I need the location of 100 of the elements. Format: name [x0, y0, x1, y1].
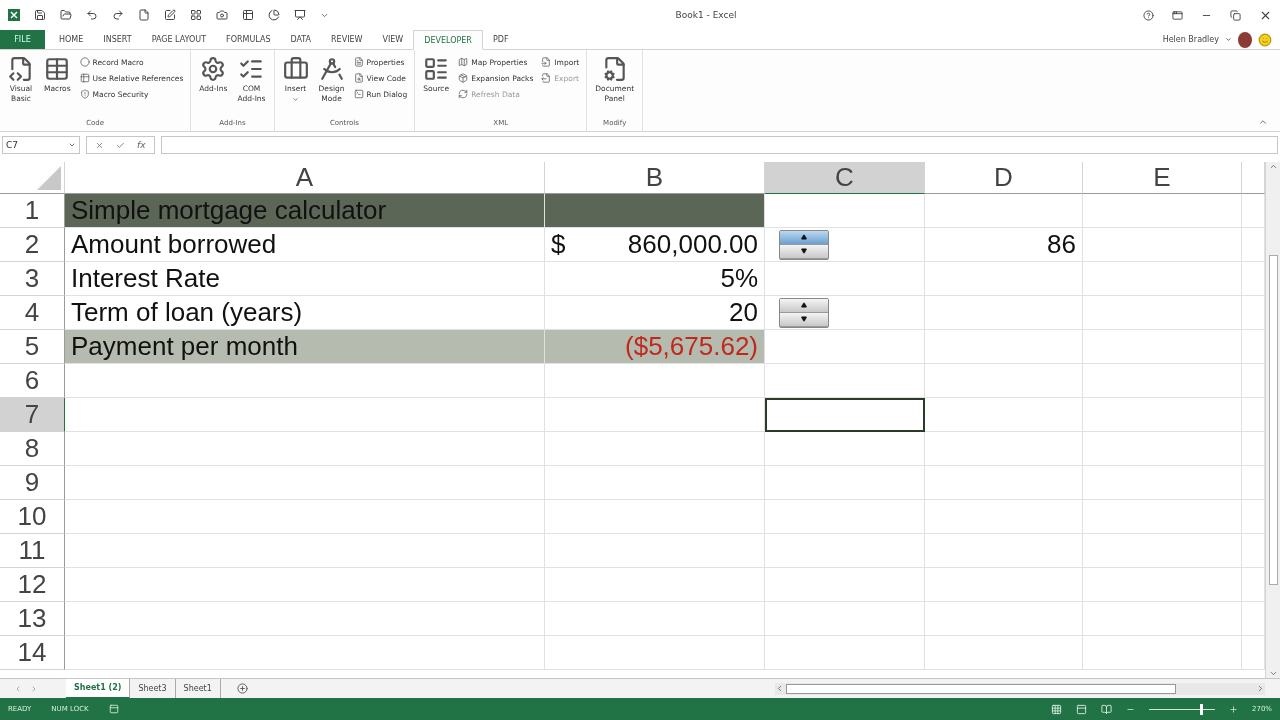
sheet-cell[interactable]	[65, 602, 545, 636]
ribbon-options-icon[interactable]	[1172, 9, 1183, 21]
sheet-cell[interactable]	[765, 602, 925, 636]
sheet-cell[interactable]	[1242, 602, 1265, 636]
sheet-cell[interactable]	[1242, 398, 1265, 432]
sheet-cell[interactable]	[1083, 262, 1242, 296]
enter-icon[interactable]	[116, 140, 125, 150]
sheet-cell[interactable]	[925, 466, 1083, 500]
sheet-cell[interactable]	[925, 432, 1083, 466]
name-box[interactable]: C7	[2, 136, 80, 154]
collapse-icon[interactable]	[1258, 117, 1268, 127]
sheet-cell[interactable]	[765, 330, 925, 364]
sheet-cell[interactable]	[765, 364, 925, 398]
sheet-cell[interactable]	[1242, 296, 1265, 330]
row-header[interactable]: 8	[0, 432, 65, 466]
sheet-cell[interactable]	[1083, 636, 1242, 670]
sheet-cell[interactable]	[1242, 364, 1265, 398]
sheet-cell[interactable]	[925, 194, 1083, 228]
sheet-cell[interactable]	[65, 466, 545, 500]
help-icon[interactable]	[1143, 9, 1154, 21]
sheet-cell[interactable]	[1083, 398, 1242, 432]
ribbon-tab[interactable]: FORMULAS	[216, 30, 281, 49]
sheet-cell[interactable]	[65, 364, 545, 398]
row-header[interactable]: 6	[0, 364, 65, 398]
sheet-cell[interactable]	[545, 602, 765, 636]
zoom-in-icon[interactable]	[1229, 704, 1238, 714]
sheet-cell[interactable]	[765, 432, 925, 466]
row-header[interactable]: 10	[0, 500, 65, 534]
ribbon-tab[interactable]: PAGE LAYOUT	[141, 30, 217, 49]
sheet-cell[interactable]	[925, 500, 1083, 534]
scroll-thumb[interactable]	[786, 683, 1176, 694]
sheet-cell[interactable]: 20	[545, 296, 765, 330]
sheet-cell[interactable]	[65, 568, 545, 602]
row-header[interactable]: 14	[0, 636, 65, 670]
sheet-cell[interactable]	[545, 398, 765, 432]
sheet-cell[interactable]	[1242, 330, 1265, 364]
spin-button[interactable]	[779, 297, 829, 328]
add-sheet-icon[interactable]	[236, 683, 248, 694]
sheet-cell[interactable]	[765, 500, 925, 534]
sheet-cell[interactable]	[1083, 364, 1242, 398]
ribbon-tab[interactable]: DATA	[280, 30, 322, 49]
sheet-cell[interactable]	[765, 194, 925, 228]
sheet-cell[interactable]	[545, 364, 765, 398]
sheet-cell[interactable]	[765, 568, 925, 602]
sheet-cell[interactable]	[1242, 568, 1265, 602]
presentation-icon[interactable]	[294, 9, 306, 21]
avatar[interactable]	[1238, 31, 1252, 48]
ribbon-tab[interactable]: PDF	[482, 30, 519, 49]
sheet-cell[interactable]	[925, 330, 1083, 364]
sheet-cell[interactable]: Amount borrowed	[65, 228, 545, 262]
column-header[interactable]: D	[925, 162, 1083, 194]
sheet-cell[interactable]	[1242, 636, 1265, 670]
sheet-cell[interactable]	[545, 466, 765, 500]
sheet-cell[interactable]: Term of loan (years)	[65, 296, 545, 330]
undo-icon[interactable]	[86, 9, 98, 21]
scroll-down-icon[interactable]	[1268, 669, 1278, 678]
column-header[interactable]: A	[65, 162, 545, 194]
sheet-cell[interactable]	[765, 262, 925, 296]
column-header[interactable]: C	[765, 162, 925, 194]
sheet-cell[interactable]	[1242, 534, 1265, 568]
sheet-cell[interactable]	[545, 534, 765, 568]
sheet-cell[interactable]	[65, 534, 545, 568]
scroll-thumb[interactable]	[1268, 255, 1278, 585]
row-header[interactable]: 9	[0, 466, 65, 500]
scroll-right-icon[interactable]	[1256, 684, 1265, 693]
pie-chart-icon[interactable]	[268, 9, 280, 21]
row-header[interactable]: 13	[0, 602, 65, 636]
sheet-cell[interactable]	[545, 432, 765, 466]
selected-cell[interactable]	[765, 398, 925, 432]
sheet-cell[interactable]	[65, 636, 545, 670]
row-header[interactable]: 5	[0, 330, 65, 364]
ribbon-tab[interactable]: DEVELOPER	[413, 30, 483, 50]
sheet-cell[interactable]	[765, 296, 925, 330]
cancel-icon[interactable]	[95, 140, 104, 150]
form-icon[interactable]	[242, 9, 254, 21]
sheet-cell[interactable]	[925, 534, 1083, 568]
sheet-cell[interactable]	[1242, 500, 1265, 534]
row-header[interactable]: 2	[0, 228, 65, 262]
row-header[interactable]: 1	[0, 194, 65, 228]
sheet-cell[interactable]	[765, 636, 925, 670]
sheet-cell[interactable]	[765, 466, 925, 500]
folder-icon[interactable]	[60, 9, 72, 21]
sheet-cell[interactable]	[925, 636, 1083, 670]
sheet-cell[interactable]	[1083, 602, 1242, 636]
row-header[interactable]: 11	[0, 534, 65, 568]
zoom-slider-thumb[interactable]	[1200, 703, 1204, 715]
sheet-cell[interactable]	[1242, 466, 1265, 500]
sheet-cell[interactable]	[545, 568, 765, 602]
sheet-cell[interactable]: Interest Rate	[65, 262, 545, 296]
sheet-cell[interactable]	[1083, 432, 1242, 466]
row-header[interactable]: 3	[0, 262, 65, 296]
next-sheet-icon[interactable]	[30, 684, 38, 693]
sheet-cell[interactable]	[1242, 194, 1265, 228]
sheet-cell[interactable]	[1083, 466, 1242, 500]
layout-icon[interactable]	[190, 9, 202, 21]
restore-icon[interactable]	[1230, 9, 1241, 21]
previous-sheet-icon[interactable]	[14, 684, 22, 693]
sheet-cell[interactable]	[925, 364, 1083, 398]
sheet-cell[interactable]: $ 860,000.00	[545, 228, 765, 262]
scroll-left-icon[interactable]	[775, 684, 784, 693]
